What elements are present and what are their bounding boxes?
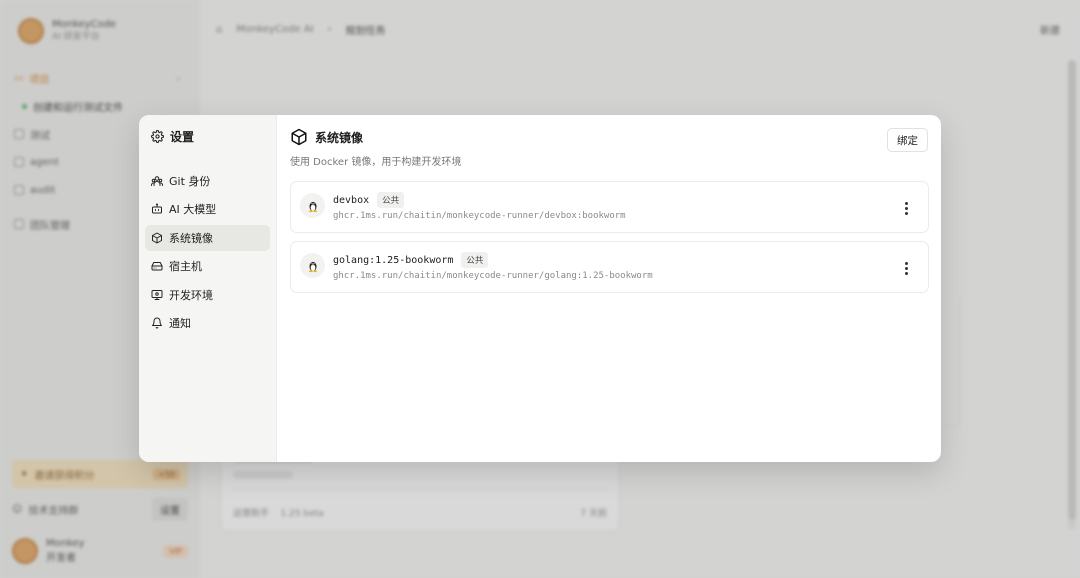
linux-tux-icon <box>300 193 325 218</box>
menu-item-host[interactable]: 宿主机 <box>145 253 270 279</box>
image-url: ghcr.1ms.run/chaitin/monkeycode-runner/g… <box>333 271 653 281</box>
cube-icon <box>291 128 307 146</box>
image-name: devbox <box>333 194 370 206</box>
section-description: 使用 Docker 镜像，用于构建开发环境 <box>290 157 462 168</box>
settings-modal: 设置 Git 身份 AI 大模型 系统镜像 宿主机 开发环境 通知 系统镜像 使… <box>139 115 941 462</box>
hard-drive-icon <box>151 262 163 271</box>
menu-item-dev-env[interactable]: 开发环境 <box>145 282 270 308</box>
image-list: devbox 公共 ghcr.1ms.run/chaitin/monkeycod… <box>290 181 929 301</box>
monitor-icon <box>151 289 163 300</box>
image-name: golang:1.25-bookworm <box>333 254 454 266</box>
modal-title: 设置 <box>151 128 194 145</box>
linux-tux-icon <box>300 253 325 278</box>
image-card[interactable]: devbox 公共 ghcr.1ms.run/chaitin/monkeycod… <box>290 181 929 233</box>
settings-sidebar: 设置 Git 身份 AI 大模型 系统镜像 宿主机 开发环境 通知 <box>139 115 277 462</box>
bell-icon <box>152 317 162 329</box>
section-title: 系统镜像 <box>290 128 363 146</box>
menu-item-ai-model[interactable]: AI 大模型 <box>145 196 270 222</box>
more-options-icon[interactable] <box>898 260 914 276</box>
menu-item-git-identity[interactable]: Git 身份 <box>145 168 270 194</box>
users-icon <box>151 176 163 186</box>
bot-icon <box>152 203 162 214</box>
cube-icon <box>152 232 162 244</box>
more-options-icon[interactable] <box>898 200 914 216</box>
settings-content: 系统镜像 使用 Docker 镜像，用于构建开发环境 绑定 devbox 公共 … <box>277 115 941 462</box>
settings-menu: Git 身份 AI 大模型 系统镜像 宿主机 开发环境 通知 <box>145 168 270 338</box>
visibility-tag: 公共 <box>377 192 405 208</box>
image-card[interactable]: golang:1.25-bookworm 公共 ghcr.1ms.run/cha… <box>290 241 929 293</box>
gear-icon <box>151 130 164 143</box>
bind-button[interactable]: 绑定 <box>887 128 928 152</box>
image-url: ghcr.1ms.run/chaitin/monkeycode-runner/d… <box>333 211 626 221</box>
visibility-tag: 公共 <box>461 252 489 268</box>
menu-item-system-images[interactable]: 系统镜像 <box>145 224 270 251</box>
menu-item-notifications[interactable]: 通知 <box>145 310 270 336</box>
